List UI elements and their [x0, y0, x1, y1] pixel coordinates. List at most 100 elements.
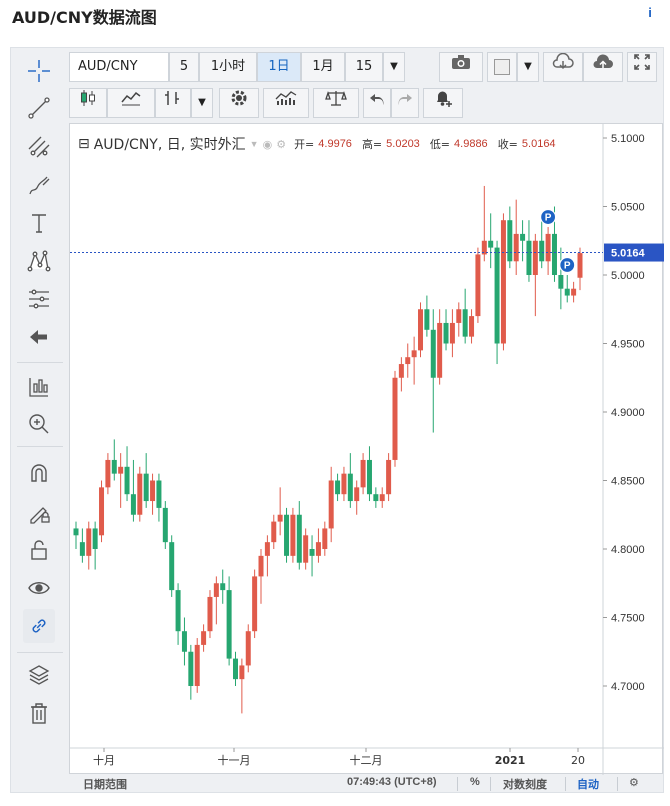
unlock-icon[interactable] [23, 535, 55, 565]
magnet-icon[interactable] [23, 458, 55, 488]
candle-body [437, 322, 443, 378]
crosshair-icon[interactable] [23, 56, 55, 86]
candle-body [411, 350, 417, 358]
candle-body [405, 357, 411, 365]
candle-body [239, 665, 245, 680]
candle-body [366, 459, 372, 495]
indicator-bars-icon[interactable] [155, 88, 191, 118]
candle-body [551, 233, 557, 275]
candle-body [169, 542, 175, 591]
candle-body [175, 590, 181, 632]
undo-icon[interactable] [363, 88, 391, 118]
candle-body [328, 480, 334, 529]
interval-1m-button[interactable]: 1月 [301, 52, 345, 82]
chart-panel[interactable]: ⊟ AUD/CNY, 日, 实时外汇 ▼ ◉ ⚙ 开= 4.9976 高= 5.02… [69, 123, 664, 775]
price-axis-label: 5.1000 [611, 133, 645, 145]
auto-scale-toggle[interactable]: 自动 [577, 776, 599, 792]
log-scale-toggle[interactable]: 对数刻度 [503, 776, 547, 792]
pitchfork-icon[interactable] [23, 132, 55, 162]
candle-body [545, 233, 551, 262]
candle-body [335, 480, 341, 495]
layers-icon[interactable] [23, 660, 55, 690]
interval-1h-button[interactable]: 1小时 [199, 52, 257, 82]
candle-body [232, 658, 238, 680]
interval-dropdown-chevron-icon[interactable]: ▼ [383, 52, 405, 82]
candle-body [150, 480, 156, 502]
price-axis-label: 5.0000 [611, 270, 645, 282]
color-swatch-button[interactable] [487, 52, 517, 82]
info-icon[interactable]: i [642, 4, 658, 22]
candle-body [220, 583, 226, 591]
color-dropdown-chevron-icon[interactable]: ▼ [517, 52, 539, 82]
trash-icon[interactable] [23, 698, 55, 728]
zoom-in-icon[interactable] [23, 409, 55, 439]
price-axis-label: 4.9500 [611, 339, 645, 351]
indicators-icon[interactable] [263, 88, 309, 118]
arrow-left-icon[interactable] [23, 322, 55, 352]
cloud-upload-icon[interactable] [583, 52, 623, 82]
candle-body [73, 528, 79, 536]
candle-body [347, 473, 353, 502]
candle-body [449, 322, 455, 344]
candle-body [245, 631, 251, 666]
fullscreen-icon[interactable] [627, 52, 657, 82]
link-icon[interactable] [23, 609, 55, 643]
candlestick-style-icon[interactable] [69, 88, 107, 118]
brush-icon[interactable] [23, 170, 55, 200]
chart-type-dropdown-chevron-icon[interactable]: ▼ [191, 88, 213, 118]
candle-body [558, 275, 564, 289]
area-chart-icon[interactable] [107, 88, 155, 118]
cloud-download-icon[interactable] [543, 52, 583, 82]
candle-body [252, 576, 258, 632]
compare-scale-icon[interactable] [313, 88, 359, 118]
candle-body [207, 596, 213, 632]
chart-widget: AUD/CNY 5 1小时 1日 1月 15 ▼ ▼ ▼ ⊟ AUD/CNY, … [10, 47, 664, 793]
interval-custom-button[interactable]: 5 [169, 52, 199, 82]
price-axis-label: 4.9000 [611, 407, 645, 419]
candle-body [143, 473, 149, 502]
candle-body [507, 220, 513, 262]
candle-body [271, 521, 277, 543]
price-axis-label: 4.8000 [611, 544, 645, 556]
candle-body [111, 459, 117, 474]
camera-icon[interactable] [439, 52, 483, 82]
candle-body [92, 528, 98, 549]
candle-body [488, 240, 494, 248]
chart-settings-gear-icon[interactable]: ⚙ [629, 776, 639, 789]
chart-status-bar: 日期范围 07:49:43 (UTC+8) % 对数刻度 自动 ⚙ [69, 776, 663, 792]
eye-icon[interactable] [23, 573, 55, 603]
candle-body [392, 377, 398, 460]
candle-body [162, 507, 168, 543]
pattern-icon[interactable] [23, 246, 55, 276]
price-axis-label: 4.7000 [611, 681, 645, 693]
candle-body [571, 288, 577, 296]
time-axis-label: 十月 [93, 753, 115, 767]
measure-icon[interactable] [23, 372, 55, 402]
fib-levels-icon[interactable] [23, 284, 55, 314]
text-tool-icon[interactable] [23, 208, 55, 238]
candle-body [194, 644, 200, 686]
redo-icon[interactable] [391, 88, 419, 118]
symbol-input[interactable]: AUD/CNY [69, 52, 169, 82]
trend-line-icon[interactable] [23, 93, 55, 123]
position-marker-label: P [564, 261, 571, 272]
candle-body [430, 329, 436, 378]
candle-body [226, 590, 232, 659]
percent-toggle[interactable]: % [470, 776, 480, 788]
price-axis-label: 4.7500 [611, 613, 645, 625]
candle-body [398, 364, 404, 378]
interval-15-button[interactable]: 15 [345, 52, 383, 82]
interval-1d-button[interactable]: 1日 [257, 52, 301, 82]
candle-body [105, 459, 111, 488]
candle-body [577, 253, 583, 278]
candle-body [526, 240, 532, 275]
candlestick-chart[interactable]: 5.1000 5.0500 5.0000 4.9500 4.9000 4.8500 4.80… [70, 124, 664, 775]
lock-drawing-icon[interactable] [23, 497, 55, 527]
candle-body [379, 494, 385, 502]
gear-icon[interactable] [219, 88, 259, 118]
alert-bell-add-icon[interactable] [423, 88, 463, 118]
candle-body [137, 473, 143, 515]
date-range-button[interactable]: 日期范围 [83, 776, 127, 792]
candle-body [418, 309, 424, 351]
candle-body [258, 555, 264, 577]
